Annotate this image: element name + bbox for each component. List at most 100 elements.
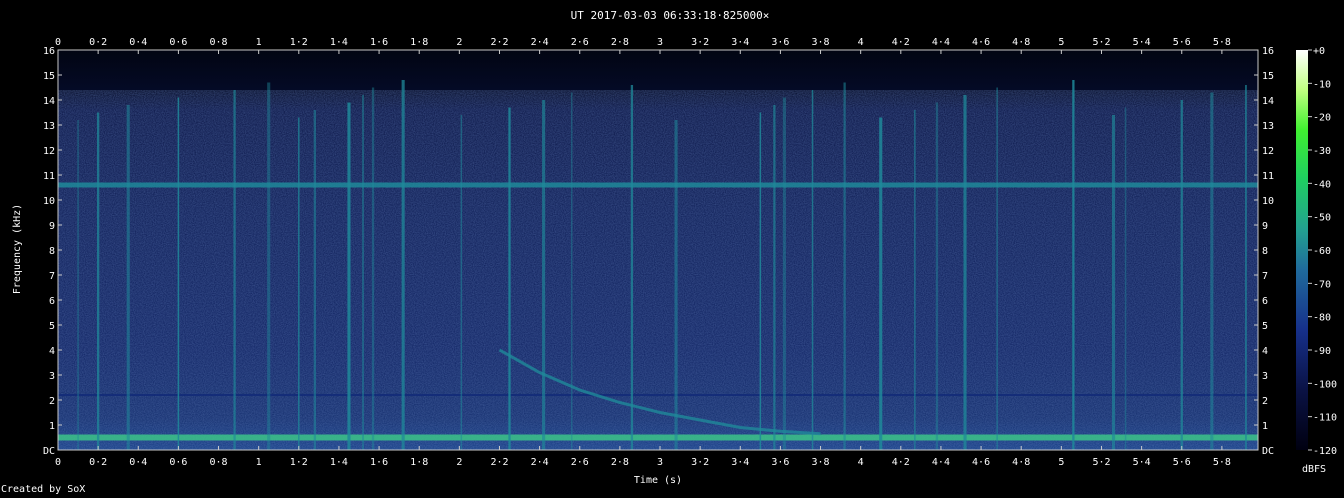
- credit-text: Created by SoX: [1, 484, 86, 495]
- x-tick-label: 5·6: [1173, 457, 1191, 468]
- x-tick-label: 2·4: [531, 37, 549, 48]
- y-tick-label: 1: [49, 421, 55, 432]
- colorbar-label: dBFS: [1302, 464, 1326, 475]
- x-tick-label: 5·4: [1133, 457, 1151, 468]
- transient-line: [233, 90, 236, 450]
- x-tick-label: 4·6: [972, 37, 990, 48]
- y-tick-label: 15: [43, 71, 55, 82]
- transient-line: [126, 105, 130, 450]
- y-tick-label: DC: [43, 446, 55, 457]
- chart-title: UT 2017-03-03 06:33:18·825000×: [571, 9, 770, 22]
- transient-line: [570, 92, 573, 450]
- y-tick-label: 4: [49, 346, 55, 357]
- x-tick-label: 2·4: [531, 457, 549, 468]
- transient-line: [96, 112, 100, 450]
- x-tick-label: 5·6: [1173, 37, 1191, 48]
- horizontal-line: [58, 182, 1258, 188]
- x-tick-label: 5·2: [1092, 37, 1110, 48]
- x-tick-label: 3: [657, 37, 663, 48]
- x-tick-label: 0: [55, 457, 61, 468]
- y-tick-label: 16: [43, 46, 55, 57]
- y-tick-label: 3: [49, 371, 55, 382]
- y-tick-label: 8: [49, 246, 55, 257]
- colorbar-tick-label: -40: [1313, 179, 1331, 190]
- y-tick-label: 6: [1262, 296, 1268, 307]
- colorbar-tick-label: -120: [1313, 446, 1337, 457]
- x-tick-label: 3·8: [812, 457, 830, 468]
- x-tick-label: 2·2: [490, 457, 508, 468]
- colorbar-tick-label: -80: [1313, 313, 1331, 324]
- x-tick-label: 3·6: [771, 457, 789, 468]
- x-tick-label: 0·8: [210, 37, 228, 48]
- transient-line: [996, 87, 998, 450]
- x-tick-label: 1·2: [290, 457, 308, 468]
- y-tick-label: 12: [43, 146, 55, 157]
- x-tick-label: 2·8: [611, 457, 629, 468]
- x-tick-label: 0·8: [210, 457, 228, 468]
- transient-line: [1124, 107, 1127, 450]
- x-tick-label: 1·2: [290, 37, 308, 48]
- transient-line: [298, 117, 300, 450]
- y-tick-label: 10: [43, 196, 55, 207]
- colorbar-tick-label: -60: [1313, 246, 1331, 257]
- transient-line: [935, 102, 939, 450]
- transient-line: [1245, 85, 1247, 450]
- horizontal-line: [58, 394, 1258, 396]
- x-tick-label: 5: [1058, 457, 1064, 468]
- colorbar-tick-label: -70: [1313, 279, 1331, 290]
- y-tick-label: DC: [1262, 446, 1274, 457]
- transient-line: [371, 87, 375, 450]
- x-tick-label: 1·6: [370, 457, 388, 468]
- y-tick-label: 4: [1262, 346, 1268, 357]
- x-tick-label: 5·8: [1213, 37, 1231, 48]
- transient-line: [460, 115, 463, 450]
- x-tick-label: 0·2: [89, 457, 107, 468]
- transient-line: [508, 107, 511, 450]
- y-tick-label: 13: [43, 121, 55, 132]
- x-tick-label: 3·2: [691, 457, 709, 468]
- transient-line: [879, 117, 883, 450]
- y-tick-label: 7: [1262, 271, 1268, 282]
- y-tick-label: 1: [1262, 421, 1268, 432]
- x-tick-label: 2: [456, 457, 462, 468]
- x-tick-label: 4·4: [932, 457, 950, 468]
- y-tick-label: 6: [49, 296, 55, 307]
- y-tick-label: 8: [1262, 246, 1268, 257]
- colorbar-tick-label: -20: [1313, 113, 1331, 124]
- y-tick-label: 9: [1262, 221, 1268, 232]
- y-tick-label: 3: [1262, 371, 1268, 382]
- transient-line: [1210, 92, 1214, 450]
- x-tick-label: 0·2: [89, 37, 107, 48]
- x-tick-label: 0·6: [169, 37, 187, 48]
- y-tick-label: 10: [1262, 196, 1274, 207]
- x-tick-label: 0·4: [129, 457, 147, 468]
- y-tick-label: 15: [1262, 71, 1274, 82]
- x-tick-label: 3·4: [731, 457, 749, 468]
- y-tick-label: 5: [1262, 321, 1268, 332]
- colorbar-gradient: [1296, 50, 1308, 450]
- y-tick-label: 11: [43, 171, 55, 182]
- x-tick-label: 4·4: [932, 37, 950, 48]
- x-tick-label: 4: [858, 457, 864, 468]
- x-tick-label: 2·6: [571, 457, 589, 468]
- x-tick-label: 2·6: [571, 37, 589, 48]
- y-tick-label: 7: [49, 271, 55, 282]
- colorbar: +0 -10 -20 -30 -40 -50 -60 -70 -80 -90 -100 -110 -12…: [1296, 46, 1337, 457]
- colorbar-tick-label: -90: [1313, 346, 1331, 357]
- y-tick-label: 12: [1262, 146, 1274, 157]
- y-tick-label: 2: [49, 396, 55, 407]
- x-tick-label: 4·2: [892, 457, 910, 468]
- colorbar-tick-label: -100: [1313, 379, 1337, 390]
- transient-line: [347, 102, 351, 450]
- x-tick-label: 0·4: [129, 37, 147, 48]
- transient-line: [1111, 115, 1116, 450]
- x-tick-label: 3·8: [812, 37, 830, 48]
- x-tick-label: 2: [456, 37, 462, 48]
- transient-line: [267, 82, 271, 450]
- transient-line: [963, 95, 967, 450]
- x-tick-label: 3: [657, 457, 663, 468]
- transient-line: [759, 112, 762, 450]
- y-tick-label: 5: [49, 321, 55, 332]
- y-tick-label: 9: [49, 221, 55, 232]
- transient-line: [914, 110, 916, 450]
